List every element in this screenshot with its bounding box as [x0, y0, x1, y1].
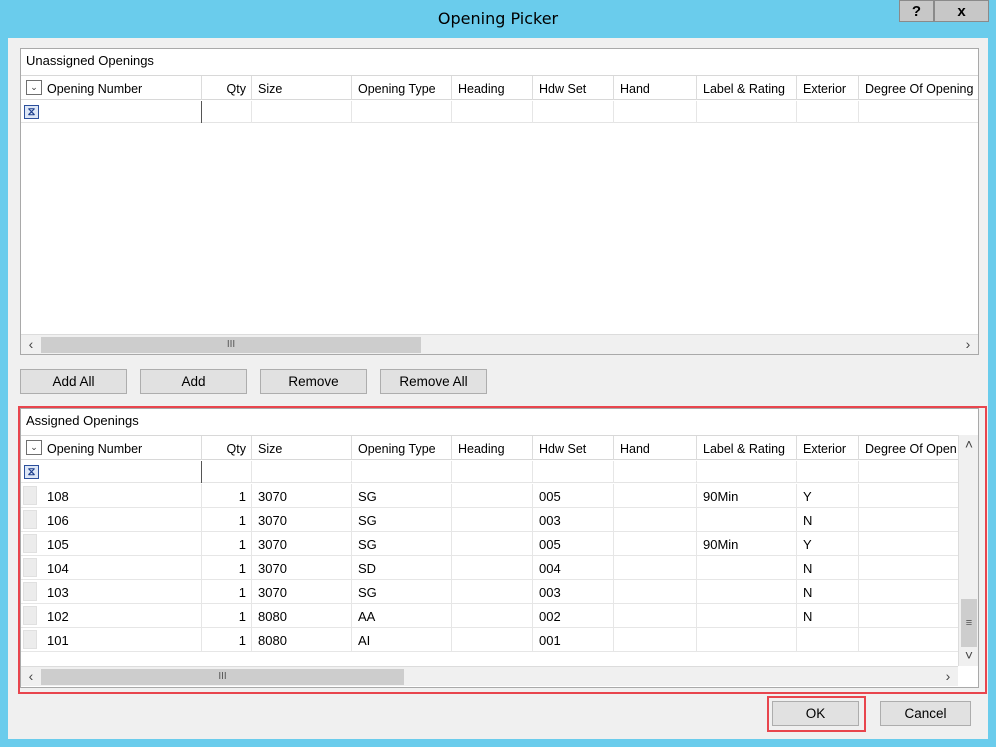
window-title: Opening Picker [437, 9, 559, 28]
column-header-size[interactable]: Size [251, 76, 351, 100]
filter-cell-hdw-set[interactable] [532, 101, 613, 123]
filter-cell-size[interactable] [251, 101, 351, 123]
column-header-opening-type[interactable]: Opening Type [351, 76, 451, 100]
cancel-button[interactable]: Cancel [880, 701, 971, 726]
column-header-opening-number[interactable]: Opening Number [21, 76, 201, 100]
scroll-thumb[interactable]: III [41, 337, 421, 353]
unassigned-horizontal-scrollbar[interactable]: ‹ III › [21, 334, 978, 354]
help-button[interactable]: ? [899, 0, 934, 22]
assigned-highlight-frame [18, 406, 987, 694]
add-button[interactable]: Add [140, 369, 247, 394]
remove-all-button[interactable]: Remove All [380, 369, 487, 394]
title-bar: Opening Picker ? x [0, 0, 996, 38]
column-header-heading[interactable]: Heading [451, 76, 532, 100]
add-all-button[interactable]: Add All [20, 369, 127, 394]
filter-cell-qty[interactable] [201, 101, 251, 123]
close-button[interactable]: x [934, 0, 989, 22]
filter-cell-degree-of-opening[interactable] [858, 101, 996, 123]
filter-cell-heading[interactable] [451, 101, 532, 123]
scroll-right-icon[interactable]: › [958, 335, 978, 355]
scroll-left-icon[interactable]: ‹ [21, 335, 41, 355]
column-header-label-rating[interactable]: Label & Rating [696, 76, 796, 100]
remove-button[interactable]: Remove [260, 369, 367, 394]
filter-cell-hand[interactable] [613, 101, 696, 123]
column-header-hdw-set[interactable]: Hdw Set [532, 76, 613, 100]
unassigned-openings-title: Unassigned Openings [26, 53, 154, 68]
filter-cell-label-rating[interactable] [696, 101, 796, 123]
filter-cell-opening-type[interactable] [351, 101, 451, 123]
dialog-client: Unassigned Openings Opening Number Qty Siz… [8, 38, 988, 739]
column-header-hand[interactable]: Hand [613, 76, 696, 100]
filter-cell-exterior[interactable] [796, 101, 858, 123]
column-header-exterior[interactable]: Exterior [796, 76, 858, 100]
unassigned-openings-group: Unassigned Openings Opening Number Qty Siz… [20, 48, 979, 355]
column-header-degree-of-opening[interactable]: Degree Of Opening [858, 76, 996, 100]
unassigned-filter-row[interactable]: ⧖ [21, 101, 978, 123]
ok-highlight-frame [767, 696, 866, 732]
filter-icon[interactable]: ⧖ [24, 105, 39, 119]
chevron-down-icon[interactable]: ⌄ [26, 80, 42, 95]
column-header-qty[interactable]: Qty [201, 76, 251, 100]
unassigned-grid-header: Opening Number Qty Size Opening Type Heading… [21, 75, 978, 100]
